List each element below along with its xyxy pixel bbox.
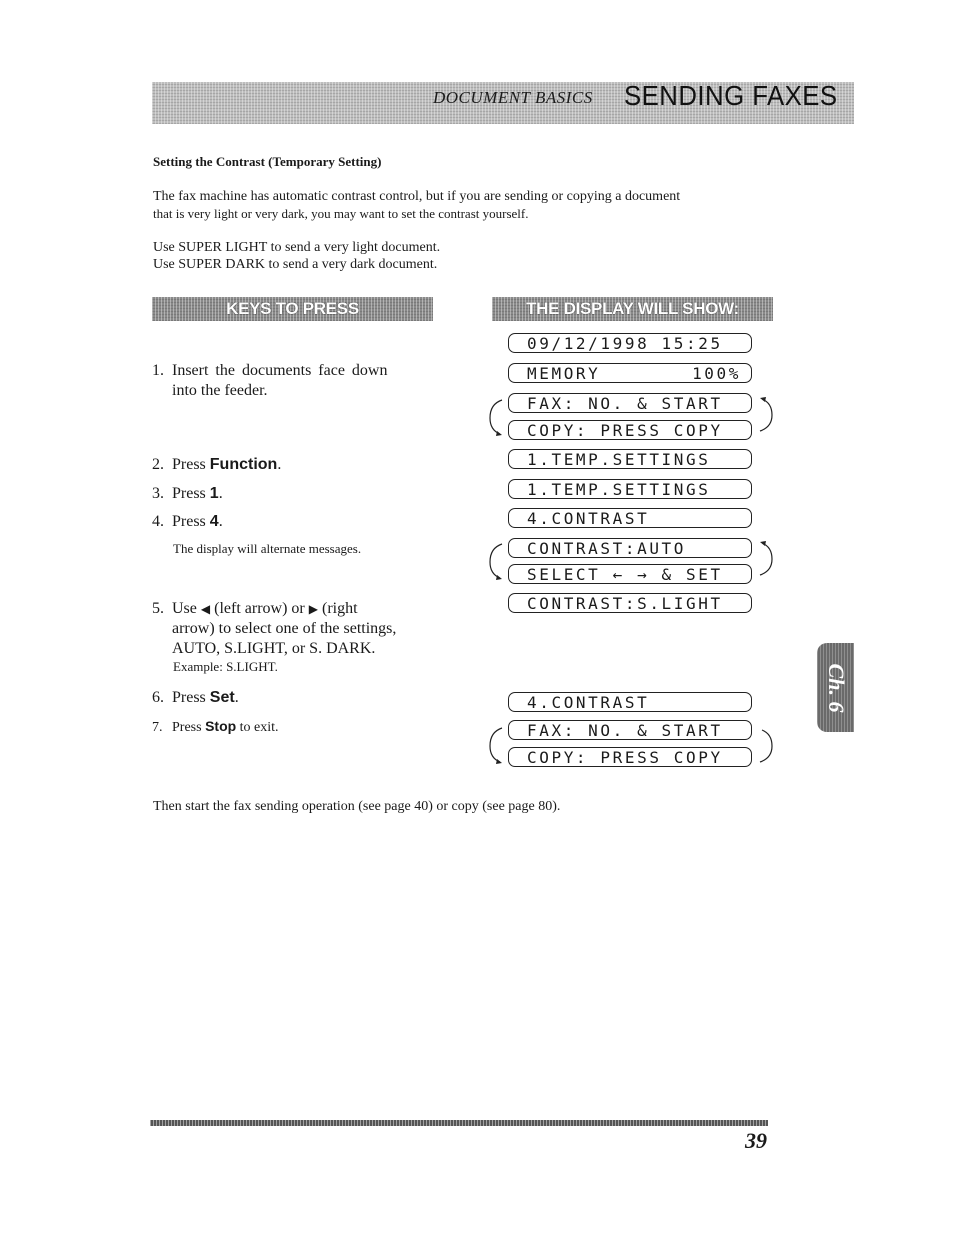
key-1: 1 [209,485,219,502]
function-key: Function [209,456,278,473]
lcd-contrast-menu: 4.CONTRAST [508,508,752,528]
alternate-note: The display will alternate messages. [173,541,362,556]
cycle-arrow-right-icon [759,397,773,432]
page-number: 39 [745,1128,767,1153]
section-heading: Setting the Contrast (Temporary Setting) [153,154,382,169]
cycle-arrow-left-icon [489,543,503,580]
set-key: Set [209,689,235,706]
intro-paragraph: The fax machine has automatic contrast c… [153,188,793,222]
cycle-arrow-right-icon [759,541,773,576]
super-dark-line: Use SUPER DARK to send a very dark docum… [153,257,438,272]
lcd-contrast-slight: CONTRAST:S.LIGHT [508,593,752,613]
bottom-rule [150,1120,768,1126]
stop-key: Stop [205,718,237,734]
lcd-datetime: 09/12/1998 15:25 [508,333,752,353]
lcd-contrast-auto: CONTRAST:AUTO [508,538,752,558]
step-1: 1. Insert the documents face down into th… [152,362,388,399]
header-section-label: DOCUMENT BASICS [433,88,593,107]
footer-instruction: Then start the fax sending operation (se… [153,799,561,814]
header-title: SENDING FAXES [624,80,838,111]
key-4: 4 [209,513,219,530]
display-will-show-heading: THE DISPLAY WILL SHOW: [492,297,773,321]
lcd-fax-start: FAX: NO. & START [508,393,752,413]
intro-line-1: The fax machine has automatic contrast c… [153,189,681,204]
example-note: Example: S.LIGHT. [173,659,278,674]
left-arrow-icon: ◀ [200,602,211,616]
super-light-line: Use SUPER LIGHT to send a very light doc… [153,240,441,255]
intro-line-2: that is very light or very dark, you may… [153,206,529,221]
step-4: 4. Press 4. [152,513,223,530]
right-arrow-icon: ▶ [308,602,318,616]
cycle-arrow-right-icon [759,729,773,763]
lcd-contrast-menu-2: 4.CONTRAST [508,692,752,712]
keys-to-press-heading: KEYS TO PRESS [152,297,433,321]
cycle-arrow-left-icon [489,399,503,436]
step-2: 2. Press Function. [152,456,282,473]
cycle-arrow-left-icon [489,727,503,764]
lcd-temp-settings-1: 1.TEMP.SETTINGS [508,449,752,469]
step-3: 3. Press 1. [152,485,223,502]
usage-lines: Use SUPER LIGHT to send a very light doc… [153,239,440,273]
chapter-tab: Ch. 6 [817,643,854,732]
lcd-select-set: SELECT ← → & SET [508,564,752,584]
lcd-copy-press: COPY: PRESS COPY [508,420,752,440]
step-7: 7. Press Stop to exit. [152,718,279,735]
lcd-temp-settings-2: 1.TEMP.SETTINGS [508,479,752,499]
lcd-copy-press-2: COPY: PRESS COPY [508,747,752,767]
step-5: 5. Use ◀ (left arrow) or ▶ (right arrow) … [152,600,397,657]
lcd-fax-start-2: FAX: NO. & START [508,720,752,740]
lcd-memory: MEMORY 100% [508,363,752,383]
step-6: 6. Press Set. [152,689,239,706]
